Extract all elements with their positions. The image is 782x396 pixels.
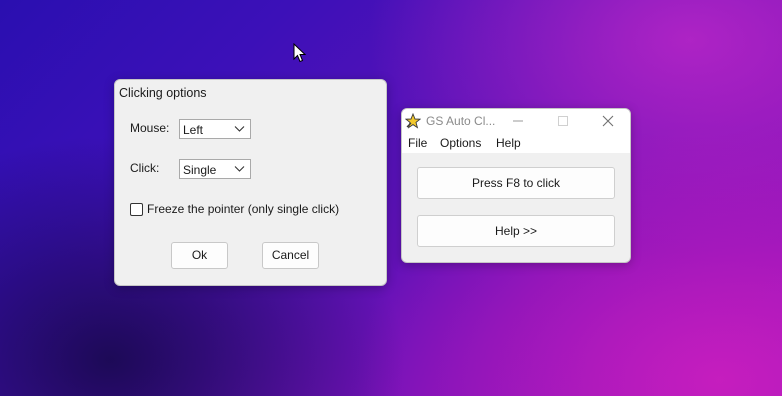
freeze-pointer-label: Freeze the pointer (only single click) (147, 202, 340, 216)
press-f8-button[interactable]: Press F8 to click (417, 167, 615, 199)
minimize-icon (513, 120, 523, 122)
mouse-select-value: Left (183, 123, 204, 137)
click-select-value: Single (183, 163, 217, 177)
menu-options[interactable]: Options (440, 136, 481, 150)
click-label: Click: (130, 161, 160, 175)
minimize-button[interactable] (501, 109, 535, 133)
mouse-select[interactable]: Left (179, 119, 251, 139)
menu-file[interactable]: File (408, 136, 427, 150)
mouse-label: Mouse: (130, 121, 170, 135)
gs-auto-clicker-window: GS Auto Cl... File Options Help Press F8… (401, 108, 631, 263)
close-icon (602, 115, 614, 127)
clicking-options-dialog: Clicking options Mouse: Left Click: Sing… (114, 79, 387, 286)
mouse-pointer-icon (293, 43, 307, 63)
window-title: GS Auto Cl... (426, 114, 496, 128)
freeze-pointer-checkbox[interactable] (130, 203, 143, 216)
dialog-title: Clicking options (119, 86, 207, 100)
maximize-button[interactable] (546, 109, 580, 133)
maximize-icon (558, 116, 568, 126)
click-select[interactable]: Single (179, 159, 251, 179)
chevron-down-icon (234, 126, 245, 132)
chevron-down-icon (234, 166, 245, 172)
menu-help[interactable]: Help (496, 136, 521, 150)
close-button[interactable] (591, 109, 625, 133)
star-icon (405, 113, 421, 129)
ok-button[interactable]: Ok (171, 242, 228, 269)
menu-bar: File Options Help (402, 135, 630, 153)
cancel-button[interactable]: Cancel (262, 242, 319, 269)
help-expand-button[interactable]: Help >> (417, 215, 615, 247)
title-bar[interactable]: GS Auto Cl... (402, 109, 630, 135)
